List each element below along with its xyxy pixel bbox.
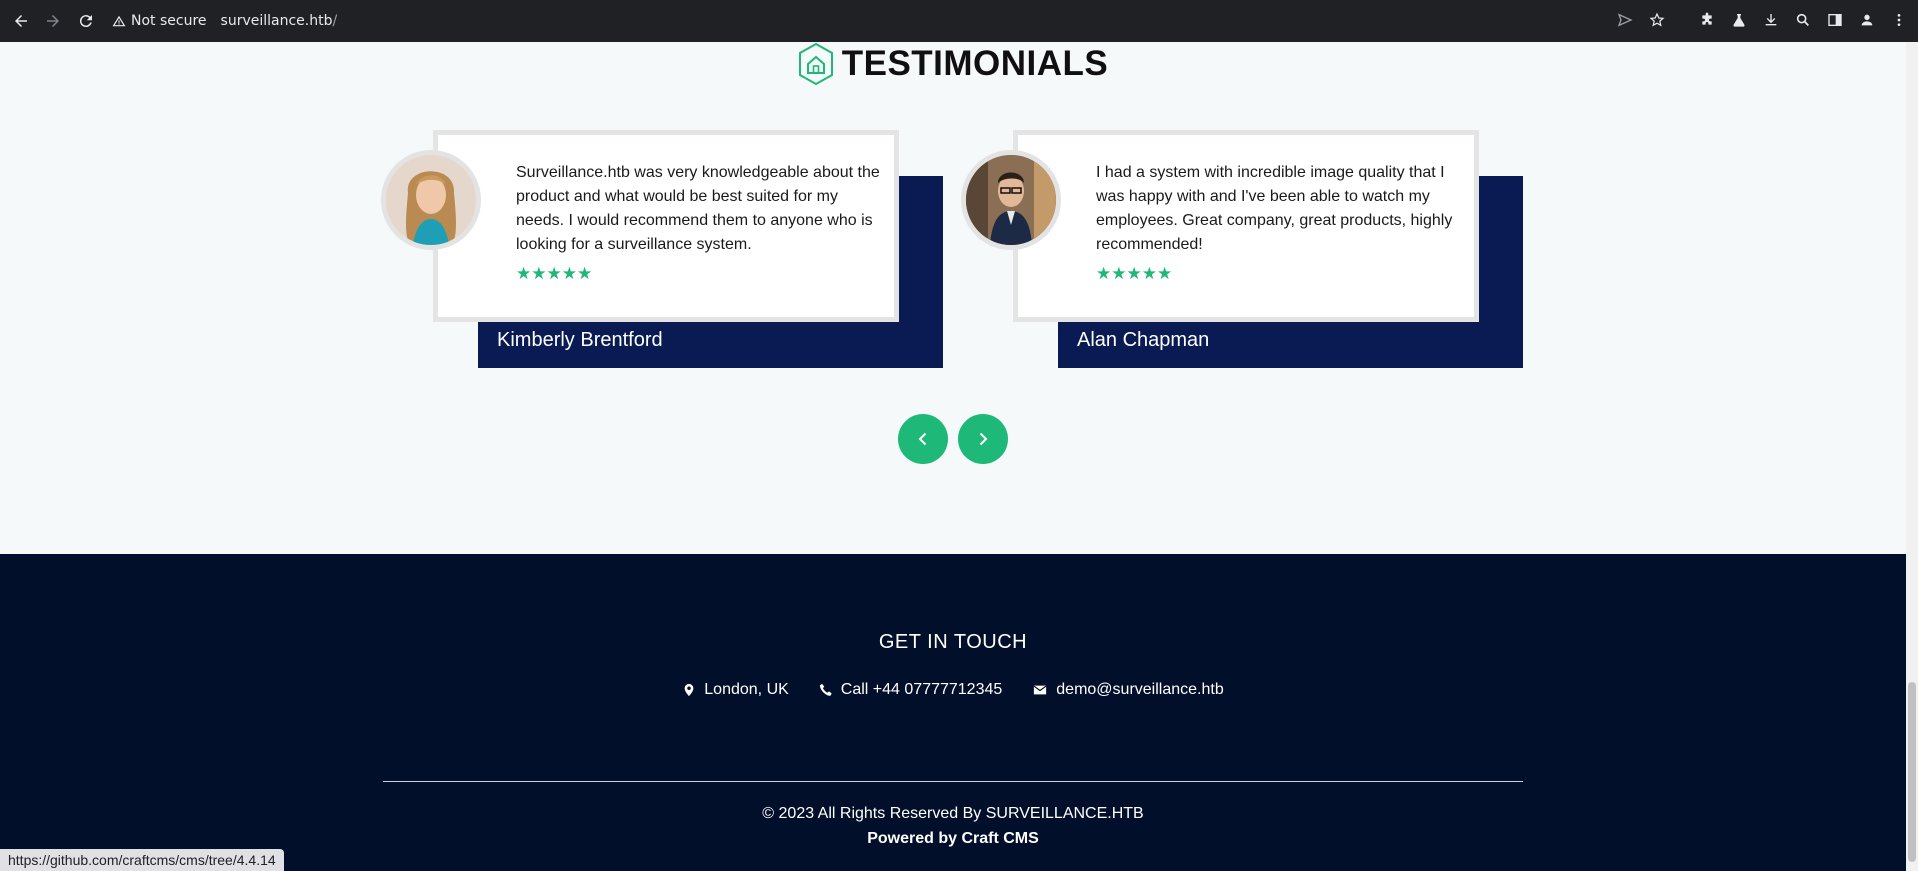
chevron-right-icon — [979, 432, 988, 446]
labs-button[interactable] — [1728, 9, 1750, 31]
rating-stars: ★★★★★ — [516, 264, 593, 284]
page-scrollbar[interactable] — [1906, 42, 1918, 871]
bookmark-button[interactable] — [1646, 9, 1668, 31]
reload-button[interactable] — [74, 9, 98, 33]
downloads-button[interactable] — [1760, 9, 1782, 31]
search-tabs-button[interactable] — [1792, 9, 1814, 31]
email-text: demo@surveillance.htb — [1056, 681, 1224, 698]
side-panel-icon — [1828, 14, 1842, 26]
avatar — [381, 150, 481, 250]
profile-button[interactable] — [1856, 9, 1878, 31]
url-host: surveillance.htb — [220, 13, 333, 29]
send-icon — [1617, 13, 1633, 27]
scrollbar-thumb[interactable] — [1908, 682, 1916, 862]
more-vertical-icon — [1897, 14, 1901, 26]
home-shield-icon — [798, 42, 833, 86]
browser-toolbar: Not secure surveillance.htb / — [0, 0, 1918, 42]
testimonials-title: TESTIMONIALS — [841, 44, 1109, 83]
flask-icon — [1733, 14, 1745, 27]
phone-link[interactable]: Call +44 07777712345 — [819, 681, 1002, 699]
carousel-next-button[interactable] — [958, 414, 1008, 464]
phone-icon — [819, 683, 832, 696]
menu-button[interactable] — [1888, 9, 1910, 31]
avatar-man-image — [966, 155, 1056, 245]
person-icon — [1861, 14, 1873, 26]
status-bar-link: https://github.com/craftcms/cms/tree/4.4… — [0, 849, 284, 871]
warning-icon — [112, 15, 126, 27]
powered-by-link[interactable]: Powered by Craft CMS — [0, 830, 1906, 848]
envelope-icon — [1033, 685, 1047, 695]
security-label: Not secure — [131, 13, 207, 29]
forward-button[interactable] — [41, 9, 65, 33]
testimonial-author: Alan Chapman — [1077, 329, 1210, 351]
security-indicator[interactable]: Not secure — [112, 13, 207, 29]
url-path: / — [332, 13, 338, 29]
contact-info: London, UK Call +44 07777712345 demo@sur… — [0, 681, 1906, 699]
rating-stars: ★★★★★ — [1096, 264, 1173, 284]
arrow-left-icon — [15, 15, 27, 27]
chevron-left-icon — [918, 432, 927, 446]
email-link[interactable]: demo@surveillance.htb — [1032, 681, 1224, 699]
toolbar-actions — [1614, 9, 1910, 31]
testimonial-quote-box: Surveillance.htb was very knowledgeable … — [433, 130, 899, 322]
testimonial-text: Surveillance.htb was very knowledgeable … — [516, 164, 880, 253]
send-button[interactable] — [1614, 9, 1636, 31]
get-in-touch-heading: GET IN TOUCH — [878, 631, 1028, 653]
testimonial-quote-box: I had a system with incredible image qua… — [1013, 130, 1479, 322]
location-text: London, UK — [704, 681, 789, 698]
footer-divider — [383, 781, 1523, 782]
side-panel-button[interactable] — [1824, 9, 1846, 31]
location-link[interactable]: London, UK — [682, 681, 789, 699]
phone-text: Call +44 07777712345 — [840, 681, 1003, 698]
testimonial-text: I had a system with incredible image qua… — [1096, 164, 1453, 253]
map-marker-icon — [684, 683, 694, 697]
reload-icon — [79, 15, 92, 28]
puzzle-icon — [1702, 12, 1712, 25]
testimonials-heading: TESTIMONIALS — [0, 42, 1906, 86]
star-icon — [1649, 12, 1665, 27]
copyright-text: © 2023 All Rights Reserved By SURVEILLAN… — [762, 805, 1144, 822]
extensions-button[interactable] — [1696, 9, 1718, 31]
site-footer: GET IN TOUCH London, UK Call +44 0777771… — [0, 554, 1906, 871]
avatar — [961, 150, 1061, 250]
back-button[interactable] — [9, 9, 33, 33]
toolbar-spacer — [1678, 9, 1686, 31]
testimonial-card: Alan Chapman I had a system with incredi… — [961, 130, 1583, 370]
carousel-prev-button[interactable] — [898, 414, 948, 464]
avatar-woman-image — [386, 155, 476, 245]
arrow-right-icon — [47, 15, 59, 27]
testimonial-card: Kimberly Brentford Surveillance.htb was … — [381, 130, 1003, 370]
testimonial-author: Kimberly Brentford — [497, 329, 663, 351]
search-icon — [1796, 13, 1809, 26]
address-bar[interactable]: Not secure surveillance.htb / — [112, 6, 337, 36]
download-icon — [1765, 14, 1777, 26]
